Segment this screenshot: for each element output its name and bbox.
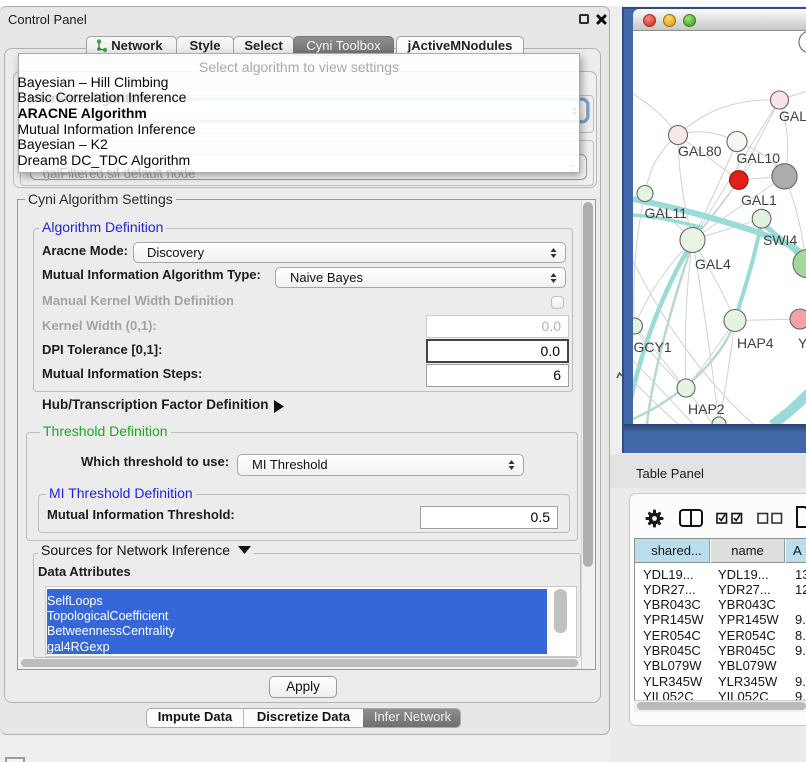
svg-text:HAP4: HAP4	[737, 335, 774, 351]
svg-text:GAL1: GAL1	[741, 192, 777, 208]
svg-text:GCY1: GCY1	[634, 339, 672, 355]
svg-text:YDR: YDR	[798, 335, 806, 351]
svg-text:GAL7: GAL7	[779, 108, 806, 124]
svg-text:SWI4: SWI4	[763, 232, 797, 248]
svg-text:GAL10: GAL10	[737, 150, 781, 166]
svg-text:HAP2: HAP2	[688, 401, 725, 417]
svg-text:GAL4: GAL4	[695, 256, 731, 272]
svg-text:GAL11: GAL11	[645, 205, 688, 221]
svg-text:GAL80: GAL80	[678, 143, 722, 159]
